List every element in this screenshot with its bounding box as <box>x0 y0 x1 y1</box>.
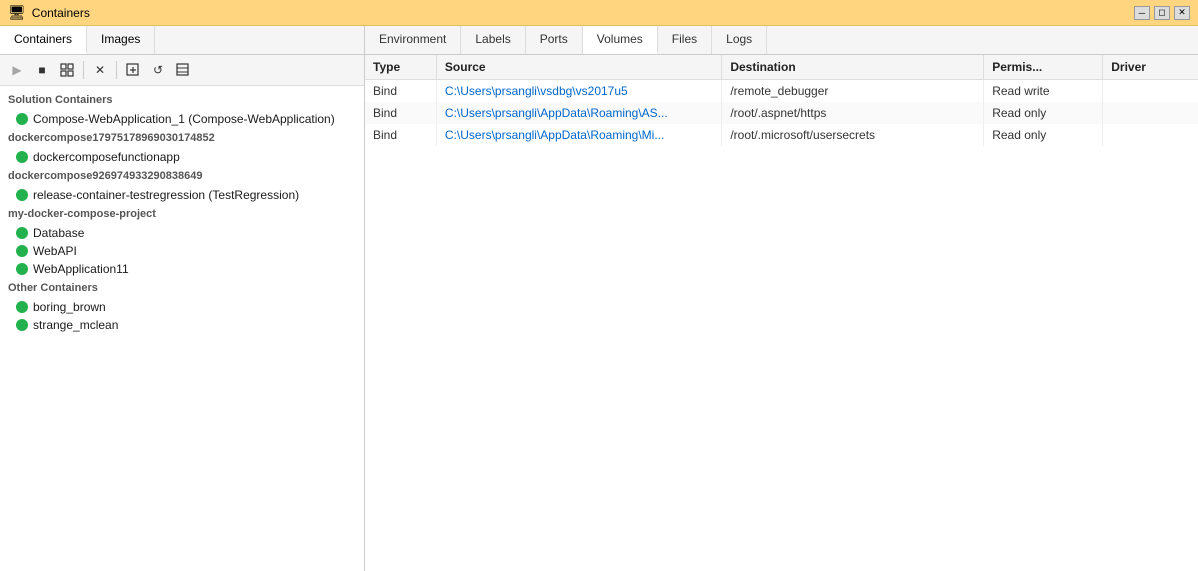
tree-item-compose-webapplication[interactable]: Compose-WebApplication_1 (Compose-WebApp… <box>0 110 364 128</box>
cell-driver <box>1103 102 1198 124</box>
tree-item-strange-mclean[interactable]: strange_mclean <box>0 316 364 334</box>
cell-driver <box>1103 124 1198 146</box>
tab-ports[interactable]: Ports <box>526 26 583 54</box>
title-bar-title: Containers <box>32 6 90 20</box>
delete-button[interactable]: ✕ <box>89 59 111 81</box>
tree-item-webapi[interactable]: WebAPI <box>0 242 364 260</box>
restore-button[interactable]: ◻ <box>1154 6 1170 20</box>
tab-containers[interactable]: Containers <box>0 26 87 54</box>
col-header-driver[interactable]: Driver <box>1103 55 1198 80</box>
source-link[interactable]: C:\Users\prsangli\AppData\Roaming\Mi... <box>445 128 664 142</box>
table-header-row: Type Source Destination Permis... Driver <box>365 55 1198 80</box>
close-button[interactable]: ✕ <box>1174 6 1190 20</box>
cell-type: Bind <box>365 80 436 103</box>
right-tabs-bar: Environment Labels Ports Volumes Files L… <box>365 26 1198 55</box>
cell-driver <box>1103 80 1198 103</box>
running-indicator <box>16 151 28 163</box>
new-container-button[interactable] <box>122 59 144 81</box>
cell-destination: /root/.microsoft/usersecrets <box>722 124 984 146</box>
more-button[interactable] <box>172 59 194 81</box>
minimize-button[interactable]: ─ <box>1134 6 1150 20</box>
tab-environment[interactable]: Environment <box>365 26 461 54</box>
cell-source[interactable]: C:\Users\prsangli\AppData\Roaming\AS... <box>436 102 721 124</box>
right-panel: Environment Labels Ports Volumes Files L… <box>365 26 1198 571</box>
cell-permissions: Read only <box>984 124 1103 146</box>
tab-logs[interactable]: Logs <box>712 26 767 54</box>
tab-images[interactable]: Images <box>87 26 155 54</box>
volumes-table-container: Type Source Destination Permis... Driver… <box>365 55 1198 571</box>
title-bar-icon: 🖥 <box>8 4 26 21</box>
tree-area: Solution Containers Compose-WebApplicati… <box>0 86 364 571</box>
tab-labels[interactable]: Labels <box>461 26 525 54</box>
cell-type: Bind <box>365 124 436 146</box>
col-header-permissions[interactable]: Permis... <box>984 55 1103 80</box>
group-my-docker-compose: my-docker-compose-project <box>0 204 364 224</box>
running-indicator <box>16 113 28 125</box>
source-link[interactable]: C:\Users\prsangli\AppData\Roaming\AS... <box>445 106 668 120</box>
col-header-destination[interactable]: Destination <box>722 55 984 80</box>
tree-item-dockercomposefunctionapp[interactable]: dockercomposefunctionapp <box>0 148 364 166</box>
stop-button[interactable]: ■ <box>31 59 53 81</box>
group-dockercompose1: dockercompose17975178969030174852 <box>0 128 364 148</box>
running-indicator <box>16 263 28 275</box>
group-solution-containers: Solution Containers <box>0 90 364 110</box>
group-other-containers: Other Containers <box>0 278 364 298</box>
running-indicator <box>16 227 28 239</box>
left-panel: Containers Images ▶ ■ ✕ <box>0 26 365 571</box>
running-indicator <box>16 319 28 331</box>
cell-source[interactable]: C:\Users\prsangli\AppData\Roaming\Mi... <box>436 124 721 146</box>
tree-item-boring-brown[interactable]: boring_brown <box>0 298 364 316</box>
tab-files[interactable]: Files <box>658 26 712 54</box>
tree-item-release-container[interactable]: release-container-testregression (TestRe… <box>0 186 364 204</box>
cell-source[interactable]: C:\Users\prsangli\vsdbg\vs2017u5 <box>436 80 721 103</box>
attach-button[interactable] <box>56 59 78 81</box>
title-bar-controls: ─ ◻ ✕ <box>1134 6 1190 20</box>
running-indicator <box>16 189 28 201</box>
toolbar-divider-2 <box>116 61 117 79</box>
table-row: Bind C:\Users\prsangli\AppData\Roaming\Mi… <box>365 124 1198 146</box>
col-header-source[interactable]: Source <box>436 55 721 80</box>
toolbar: ▶ ■ ✕ ↺ <box>0 55 364 86</box>
running-indicator <box>16 245 28 257</box>
tree-item-webapplication11[interactable]: WebApplication11 <box>0 260 364 278</box>
main-container: Containers Images ▶ ■ ✕ <box>0 26 1198 571</box>
cell-destination: /root/.aspnet/https <box>722 102 984 124</box>
table-row: Bind C:\Users\prsangli\vsdbg\vs2017u5/rem… <box>365 80 1198 103</box>
tab-volumes[interactable]: Volumes <box>583 26 658 54</box>
cell-type: Bind <box>365 102 436 124</box>
title-bar: 🖥 Containers ─ ◻ ✕ <box>0 0 1198 26</box>
source-link[interactable]: C:\Users\prsangli\vsdbg\vs2017u5 <box>445 84 628 98</box>
toolbar-divider <box>83 61 84 79</box>
left-tabs-bar: Containers Images <box>0 26 364 55</box>
cell-destination: /remote_debugger <box>722 80 984 103</box>
cell-permissions: Read write <box>984 80 1103 103</box>
refresh-button[interactable]: ↺ <box>147 59 169 81</box>
col-header-type[interactable]: Type <box>365 55 436 80</box>
group-dockercompose2: dockercompose9269749332908386​49 <box>0 166 364 186</box>
running-indicator <box>16 301 28 313</box>
table-row: Bind C:\Users\prsangli\AppData\Roaming\AS… <box>365 102 1198 124</box>
play-button[interactable]: ▶ <box>6 59 28 81</box>
tree-item-database[interactable]: Database <box>0 224 364 242</box>
cell-permissions: Read only <box>984 102 1103 124</box>
volumes-table: Type Source Destination Permis... Driver… <box>365 55 1198 146</box>
